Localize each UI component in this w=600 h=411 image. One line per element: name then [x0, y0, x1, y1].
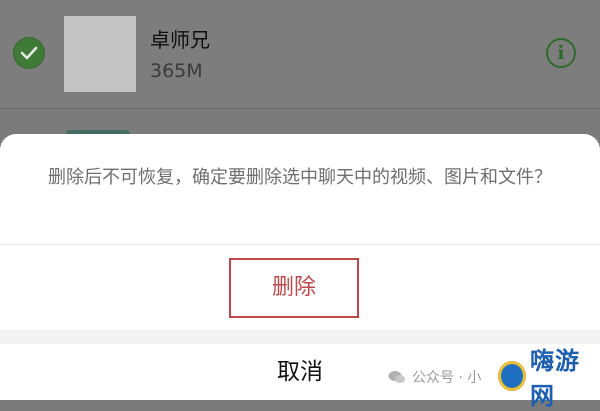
- confirm-message: 删除后不可恢复，确定要删除选中聊天中的视频、图片和文件？: [48, 167, 552, 188]
- file-thumbnail: [64, 16, 136, 92]
- list-divider: [0, 108, 600, 109]
- brand-logo-icon: [498, 361, 526, 391]
- sheet-gap: [0, 330, 600, 344]
- watermark-brand: 嗨游网: [498, 347, 600, 410]
- delete-button[interactable]: 删除: [229, 258, 359, 318]
- sheet-divider: [0, 244, 600, 245]
- info-icon[interactable]: i: [546, 38, 576, 68]
- watermark-source-text: 公众号 · 小: [412, 370, 482, 386]
- file-name: 卓师兄: [150, 28, 210, 52]
- wechat-icon: [388, 371, 405, 383]
- brand-text: 嗨游网: [530, 347, 580, 410]
- checkmark-icon: [20, 46, 38, 60]
- check-icon[interactable]: [13, 37, 45, 69]
- file-list-item[interactable]: 卓师兄 365M i: [0, 0, 600, 108]
- watermark-source: 公众号 · 小: [388, 362, 481, 392]
- file-size: 365M: [150, 60, 203, 82]
